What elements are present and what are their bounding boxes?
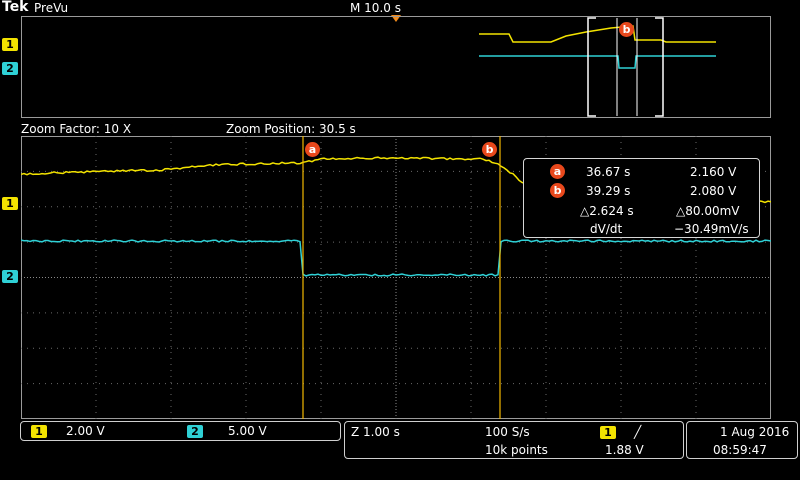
ch2-scale-badge: 2 xyxy=(187,425,203,438)
readout-cursor-b-badge: b xyxy=(550,183,565,198)
zoom-factor-label: Zoom Factor: 10 X xyxy=(21,122,131,136)
cursor-a-badge[interactable]: a xyxy=(305,142,320,157)
trigger-slope-icon: ╱ xyxy=(634,425,641,439)
cursor-a-time: 36.67 s xyxy=(586,165,630,179)
time-display: 08:59:47 xyxy=(713,443,767,457)
cursor-delta-volts: △80.00mV xyxy=(676,204,739,218)
sample-rate: 100 S/s xyxy=(485,425,530,439)
channel-scale-panel[interactable]: 1 2.00 V 2 5.00 V xyxy=(20,421,341,441)
timebase-label: M 10.0 s xyxy=(350,1,401,15)
cursor-b-time: 39.29 s xyxy=(586,184,630,198)
overview-ch1-trace xyxy=(479,26,716,42)
ch1-ground-marker[interactable]: 1 xyxy=(2,197,18,210)
datetime-panel[interactable]: 1 Aug 2016 08:59:47 xyxy=(686,421,798,459)
overview-ch2-marker[interactable]: 2 xyxy=(2,62,18,75)
overview-cursor-b-badge[interactable]: b xyxy=(619,22,634,37)
cursor-a-volts: 2.160 V xyxy=(690,165,736,179)
overview-traces xyxy=(21,16,771,118)
zoom-position-label: Zoom Position: 30.5 s xyxy=(226,122,356,136)
mode-label: PreVu xyxy=(34,1,68,15)
ch2-ground-marker[interactable]: 2 xyxy=(2,270,18,283)
trigger-source-badge: 1 xyxy=(600,426,616,439)
zoom-bracket-right xyxy=(655,18,663,116)
overview-ch1-marker[interactable]: 1 xyxy=(2,38,18,51)
readout-cursor-a-badge: a xyxy=(550,164,565,179)
zoom-timebase: Z 1.00 s xyxy=(351,425,400,439)
ch2-scale[interactable]: 5.00 V xyxy=(228,424,267,438)
ch1-scale[interactable]: 2.00 V xyxy=(66,424,105,438)
dvdt-label: dV/dt xyxy=(590,222,622,236)
trigger-level: 1.88 V xyxy=(605,443,644,457)
ch2-trace xyxy=(21,240,771,276)
cursor-b-volts: 2.080 V xyxy=(690,184,736,198)
zoom-bracket-left xyxy=(588,18,596,116)
overview-ch2-trace xyxy=(479,56,716,68)
cursor-b-badge[interactable]: b xyxy=(482,142,497,157)
cursor-readout-panel: a 36.67 s 2.160 V b 39.29 s 2.080 V △2.6… xyxy=(523,158,760,238)
cursor-delta-time: △2.624 s xyxy=(580,204,634,218)
dvdt-value: −30.49mV/s xyxy=(674,222,749,236)
date-display: 1 Aug 2016 xyxy=(720,425,789,439)
ch1-scale-badge: 1 xyxy=(31,425,47,438)
brand-logo: Tek xyxy=(2,0,29,14)
acquisition-panel[interactable]: Z 1.00 s 100 S/s 10k points 1 ╱ 1.88 V xyxy=(344,421,684,459)
overview-window[interactable]: b xyxy=(21,16,771,118)
record-length: 10k points xyxy=(485,443,548,457)
